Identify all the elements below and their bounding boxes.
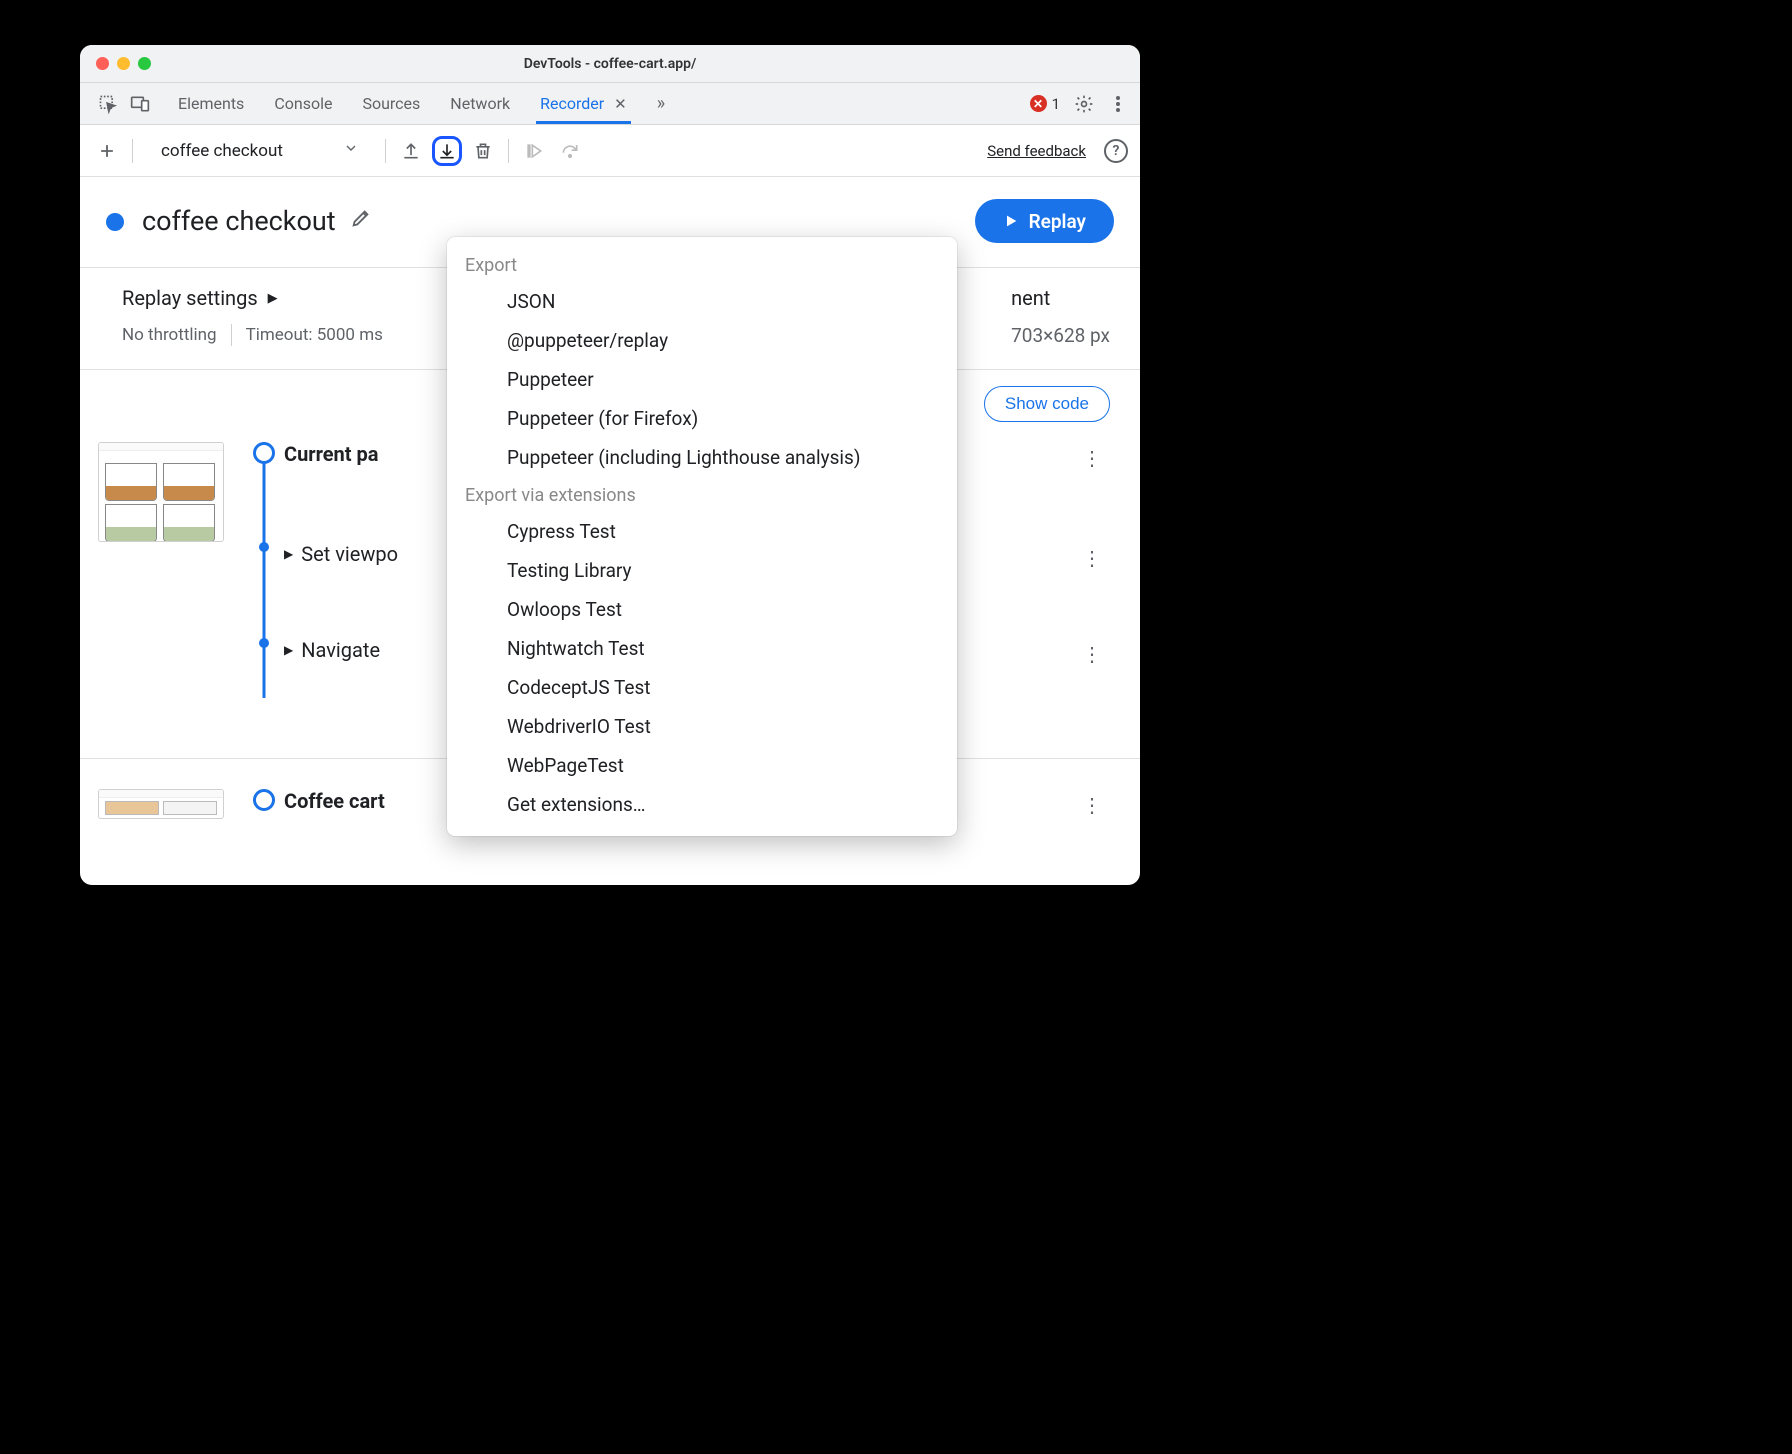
step-title-label: Coffee cart <box>284 789 385 813</box>
replay-settings-label: Replay settings <box>122 286 258 310</box>
more-menu-icon[interactable] <box>1108 94 1128 114</box>
settings-gear-icon[interactable] <box>1074 94 1094 114</box>
export-option-puppeteer-lighthouse[interactable]: Puppeteer (including Lighthouse analysis… <box>447 438 957 477</box>
export-option-webdriverio[interactable]: WebdriverIO Test <box>447 707 957 746</box>
error-count: 1 <box>1052 95 1060 113</box>
triangle-right-icon: ▶ <box>284 643 293 657</box>
environment-dimensions: 703×628 px <box>1011 324 1110 347</box>
export-option-cypress[interactable]: Cypress Test <box>447 512 957 551</box>
show-code-button[interactable]: Show code <box>984 386 1110 422</box>
replay-button[interactable]: Replay <box>975 199 1114 243</box>
minimize-window-icon[interactable] <box>117 57 130 70</box>
export-option-puppeteer-firefox[interactable]: Puppeteer (for Firefox) <box>447 399 957 438</box>
recording-selector[interactable]: coffee checkout <box>151 136 369 165</box>
device-toolbar-icon[interactable] <box>130 94 150 114</box>
recording-status-dot <box>106 213 124 231</box>
tab-console[interactable]: Console <box>274 85 332 122</box>
replay-button-label: Replay <box>1029 210 1086 233</box>
devtools-window: DevTools - coffee-cart.app/ Elements Con… <box>80 45 1140 885</box>
step-title-label: Current pa <box>284 442 378 466</box>
export-button[interactable] <box>432 136 462 166</box>
export-extensions-header: Export via extensions <box>447 477 957 512</box>
timeline-node-icon <box>259 638 269 648</box>
recorder-toolbar: coffee checkout Send feedback ? <box>80 125 1140 177</box>
export-option-testing-library[interactable]: Testing Library <box>447 551 957 590</box>
tab-recorder-label: Recorder <box>540 94 604 113</box>
timeline-node-icon <box>259 542 269 552</box>
step-menu-button[interactable]: ⋮ <box>1072 542 1112 574</box>
close-tab-icon[interactable]: ✕ <box>614 95 627 113</box>
divider <box>132 139 133 163</box>
step-menu-button[interactable]: ⋮ <box>1072 789 1112 821</box>
tab-sources[interactable]: Sources <box>362 85 420 122</box>
window-controls <box>96 57 151 70</box>
close-window-icon[interactable] <box>96 57 109 70</box>
titlebar: DevTools - coffee-cart.app/ <box>80 45 1140 83</box>
step-menu-button[interactable]: ⋮ <box>1072 638 1112 670</box>
export-option-puppeteer[interactable]: Puppeteer <box>447 360 957 399</box>
send-feedback-link[interactable]: Send feedback <box>987 142 1086 160</box>
export-option-puppeteer-replay[interactable]: @puppeteer/replay <box>447 321 957 360</box>
inspect-element-icon[interactable] <box>98 94 118 114</box>
export-option-codecept[interactable]: CodeceptJS Test <box>447 668 957 707</box>
environment-label-partial: nent <box>1011 286 1110 310</box>
import-button[interactable] <box>396 136 426 166</box>
error-icon: ✕ <box>1030 95 1047 112</box>
step-title-label: Set viewpo <box>301 542 398 566</box>
throttling-value: No throttling <box>122 325 217 345</box>
timeline-node-icon <box>253 442 275 464</box>
step-menu-button[interactable]: ⋮ <box>1072 442 1112 474</box>
window-title: DevTools - coffee-cart.app/ <box>524 56 697 72</box>
new-recording-button[interactable] <box>92 136 122 166</box>
export-option-nightwatch[interactable]: Nightwatch Test <box>447 629 957 668</box>
maximize-window-icon[interactable] <box>138 57 151 70</box>
divider <box>508 139 509 163</box>
export-section-header: Export <box>447 247 957 282</box>
main-content: coffee checkout Replay Replay settings ▶ <box>80 177 1140 885</box>
edit-title-icon[interactable] <box>350 207 372 235</box>
recording-selector-label: coffee checkout <box>161 141 283 161</box>
timeline-node-icon <box>253 789 275 811</box>
step-replay-button[interactable] <box>519 136 549 166</box>
more-tabs-icon[interactable]: » <box>657 93 665 114</box>
step-thumbnail <box>98 789 224 819</box>
divider <box>231 324 232 346</box>
tab-network[interactable]: Network <box>450 85 510 122</box>
divider <box>385 139 386 163</box>
export-option-owloops[interactable]: Owloops Test <box>447 590 957 629</box>
panel-tab-strip: Elements Console Sources Network Recorde… <box>80 83 1140 125</box>
help-icon[interactable]: ? <box>1104 139 1128 163</box>
step-thumbnail <box>98 442 224 542</box>
triangle-right-icon: ▶ <box>268 291 278 306</box>
tab-elements[interactable]: Elements <box>178 85 244 122</box>
step-over-button[interactable] <box>555 136 585 166</box>
chevron-down-icon <box>343 140 359 161</box>
triangle-right-icon: ▶ <box>284 547 293 561</box>
delete-button[interactable] <box>468 136 498 166</box>
export-option-get-extensions[interactable]: Get extensions… <box>447 785 957 824</box>
error-badge[interactable]: ✕ 1 <box>1030 95 1060 113</box>
recording-title: coffee checkout <box>142 205 336 237</box>
export-option-json[interactable]: JSON <box>447 282 957 321</box>
export-dropdown: Export JSON @puppeteer/replay Puppeteer … <box>447 237 957 836</box>
tab-recorder[interactable]: Recorder ✕ <box>540 85 627 122</box>
step-title-label: Navigate <box>301 638 380 662</box>
export-option-webpagetest[interactable]: WebPageTest <box>447 746 957 785</box>
timeout-value: Timeout: 5000 ms <box>246 325 383 345</box>
